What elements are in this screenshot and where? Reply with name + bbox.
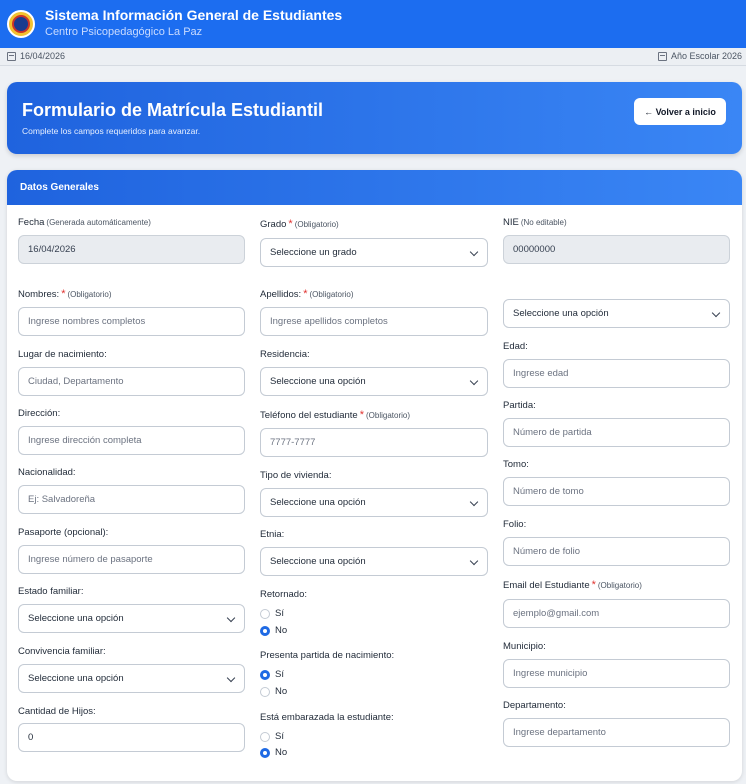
departamento-input[interactable] [503,718,730,747]
app-subtitle: Centro Psicopedagógico La Paz [45,26,203,38]
status-date-text: 16/04/2026 [20,51,66,61]
edad-input[interactable] [503,359,730,388]
municipio-label: Municipio: [503,641,546,652]
partida-input[interactable] [503,418,730,447]
embarazada-radio-si[interactable]: Sí [260,731,284,742]
fecha-label: Fecha (Generada automáticamente) [18,217,151,228]
embarazada-radio-no[interactable]: No [260,747,287,758]
lugar-nacimiento-input[interactable] [18,367,245,396]
retornado-radio-si[interactable]: Sí [260,608,284,619]
tomo-label: Tomo: [503,459,529,470]
nombres-input[interactable] [18,307,245,336]
status-date: 16/04/2026 [7,51,65,61]
presenta-partida-radio-no[interactable]: No [260,686,287,697]
tipo-vivienda-label: Tipo de vivienda: [260,470,332,481]
retornado-radio-no[interactable]: No [260,625,287,636]
tipo-vivienda-select[interactable]: Seleccione una opción [260,488,488,517]
email-input[interactable] [503,599,730,628]
back-to-home-button[interactable]: ← Volver a inicio [634,98,726,125]
presenta-partida-radio-si[interactable]: Sí [260,669,284,680]
chevron-down-icon [469,497,479,507]
nacionalidad-input[interactable] [18,485,245,514]
apellidos-input[interactable] [260,307,488,336]
grado-label: Grado * (Obligatorio) [260,218,339,230]
direccion-label: Dirección: [18,408,61,419]
nie-field [503,235,730,264]
radio-button[interactable] [260,731,270,742]
etnia-select[interactable]: Seleccione una opción [260,547,488,576]
radio-button[interactable] [260,608,270,619]
convivencia-select[interactable]: Seleccione una opción [18,664,245,693]
residencia-label: Residencia: [260,349,310,360]
fecha-field [18,235,245,264]
pasaporte-input[interactable] [18,545,245,574]
app-title: Sistema Información General de Estudiant… [45,7,343,23]
chevron-down-icon [226,613,236,623]
card-header: Datos Generales [7,170,742,205]
presenta-partida-label: Presenta partida de nacimiento: [260,650,395,661]
building-icon [657,51,667,61]
page-title: Formulario de Matrícula Estudiantil [22,100,324,120]
chevron-down-icon [469,247,479,257]
nombres-label: Nombres: * (Obligatorio) [18,288,112,300]
chevron-down-icon [711,308,721,318]
chevron-down-icon [226,673,236,683]
pasaporte-label: Pasaporte (opcional): [18,527,109,538]
estado-familiar-select[interactable]: Seleccione una opción [18,604,245,633]
nacionalidad-label: Nacionalidad: [18,467,76,478]
edad-label: Edad: [503,341,528,352]
status-school-year-text: Año Escolar 2026 [670,51,742,61]
partida-label: Partida: [503,400,536,411]
calendar-icon [7,51,16,61]
lugar-nacimiento-label: Lugar de nacimiento: [18,349,107,360]
etnia-label: Etnia: [260,529,285,540]
folio-label: Folio: [503,519,527,530]
extra-select[interactable]: Seleccione una opción [503,299,730,328]
radio-button-selected[interactable] [260,747,270,758]
estado-familiar-label: Estado familiar: [18,586,84,597]
tomo-input[interactable] [503,477,730,506]
departamento-label: Departamento: [503,700,566,711]
app-header: Sistema Información General de Estudiant… [0,0,746,48]
status-school-year: Año Escolar 2026 [657,51,742,61]
cantidad-hijos-input[interactable] [18,723,245,752]
radio-button[interactable] [260,686,270,697]
datos-generales-card: Datos Generales Fecha (Generada automátic… [7,170,742,781]
retornado-label: Retornado: [260,589,308,600]
telefono-input[interactable] [260,428,488,457]
page-subtitle: Complete los campos requeridos para avan… [22,126,201,136]
apellidos-label: Apellidos: * (Obligatorio) [260,288,354,300]
chevron-down-icon [469,556,479,566]
chevron-down-icon [469,376,479,386]
cantidad-hijos-label: Cantidad de Hijos: [18,706,96,717]
radio-button-selected[interactable] [260,669,270,680]
embarazada-label: Está embarazada la estudiante: [260,712,394,723]
school-logo [7,10,35,38]
convivencia-label: Convivencia familiar: [18,646,106,657]
radio-button-selected[interactable] [260,625,270,636]
folio-input[interactable] [503,537,730,566]
form-hero-banner: Formulario de Matrícula Estudiantil Comp… [7,82,742,154]
nie-label: NIE (No editable) [503,217,567,228]
telefono-label: Teléfono del estudiante * (Obligatorio) [260,409,411,421]
status-bar: 16/04/2026 Año Escolar 2026 [0,48,746,66]
residencia-select[interactable]: Seleccione una opción [260,367,488,396]
municipio-input[interactable] [503,659,730,688]
grado-select[interactable]: Seleccione un grado [260,238,488,267]
section-title: Datos Generales [20,182,99,193]
email-label: Email del Estudiante * (Obligatorio) [503,579,642,591]
direccion-input[interactable] [18,426,245,455]
